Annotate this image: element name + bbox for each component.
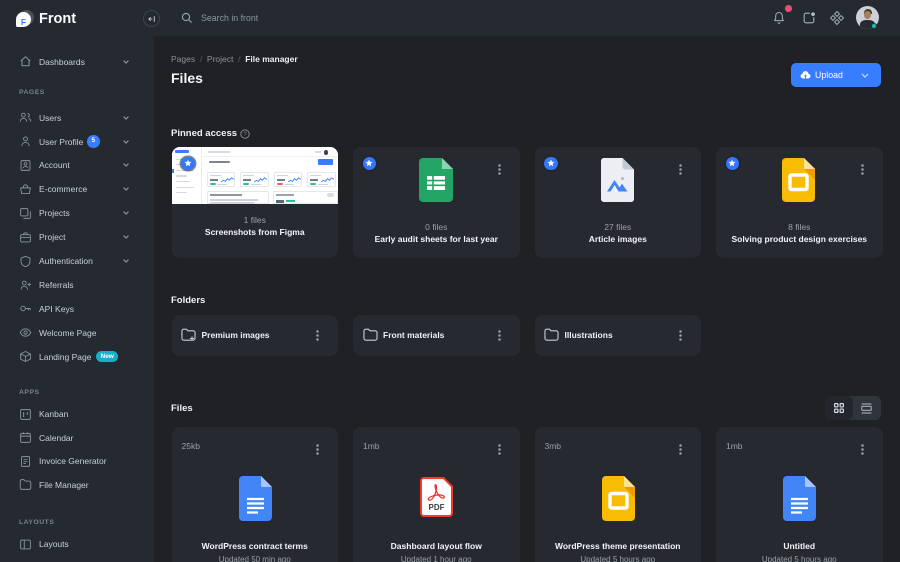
svg-text:?: ? xyxy=(243,132,247,138)
svg-text:PDF: PDF xyxy=(429,503,445,512)
